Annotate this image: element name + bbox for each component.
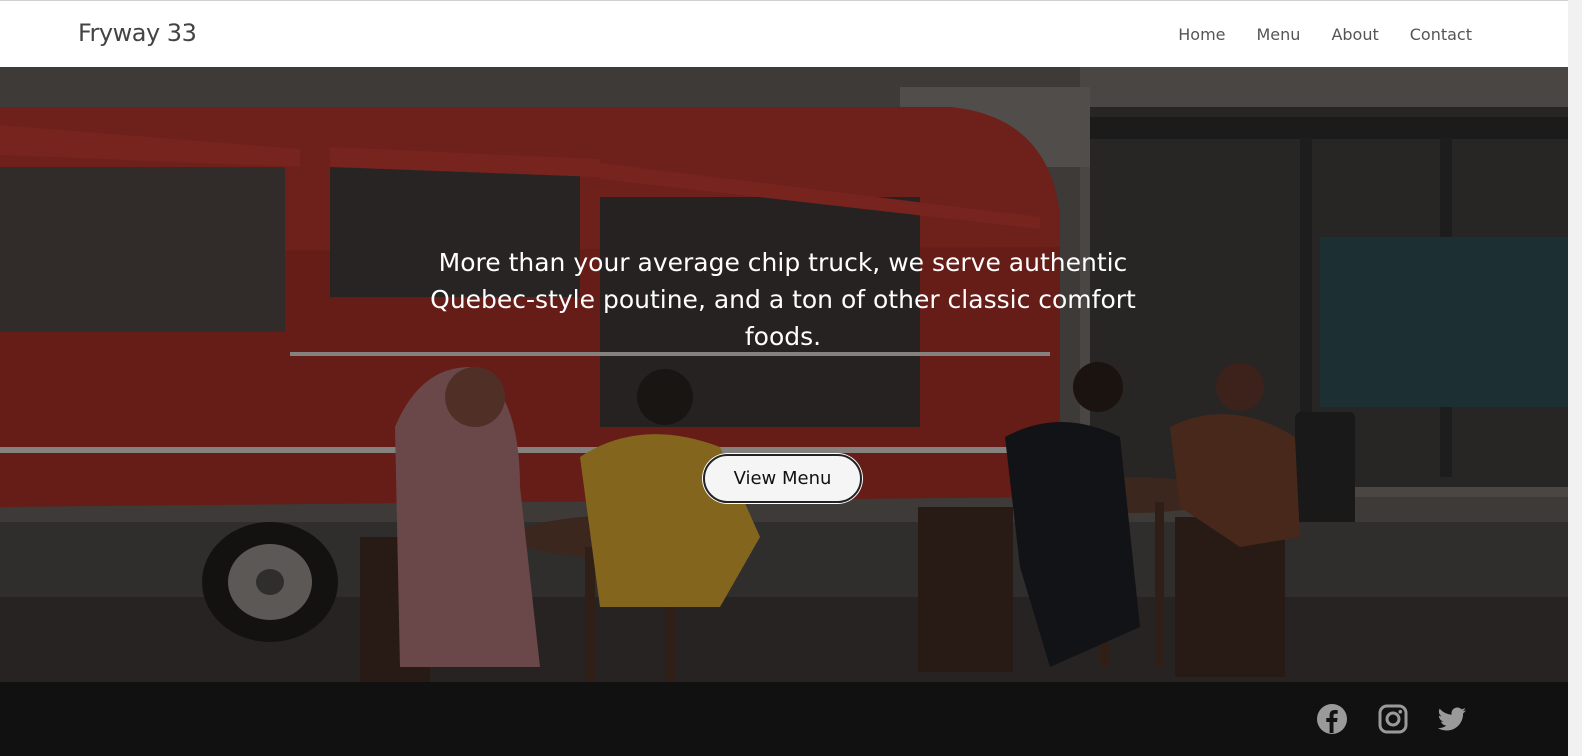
footer (0, 682, 1568, 756)
brand-logo[interactable]: Fryway 33 (78, 19, 197, 47)
hero-tagline: More than your average chip truck, we se… (430, 248, 1136, 351)
instagram-icon[interactable] (1377, 703, 1409, 735)
nav-link-home[interactable]: Home (1178, 25, 1225, 44)
nav-link-about[interactable]: About (1331, 25, 1378, 44)
nav-link-menu[interactable]: Menu (1257, 25, 1301, 44)
nav-links: Home Menu About Contact (1178, 25, 1472, 44)
hero-section: More than your average chip truck, we se… (0, 67, 1568, 682)
hero-dark-overlay (0, 67, 1568, 682)
nav-link-contact[interactable]: Contact (1410, 25, 1472, 44)
view-menu-button[interactable]: View Menu (703, 454, 862, 503)
twitter-icon[interactable] (1436, 703, 1468, 735)
facebook-icon[interactable] (1316, 703, 1348, 735)
vertical-scrollbar[interactable] (1568, 0, 1582, 756)
navbar: Fryway 33 Home Menu About Contact (0, 0, 1568, 67)
